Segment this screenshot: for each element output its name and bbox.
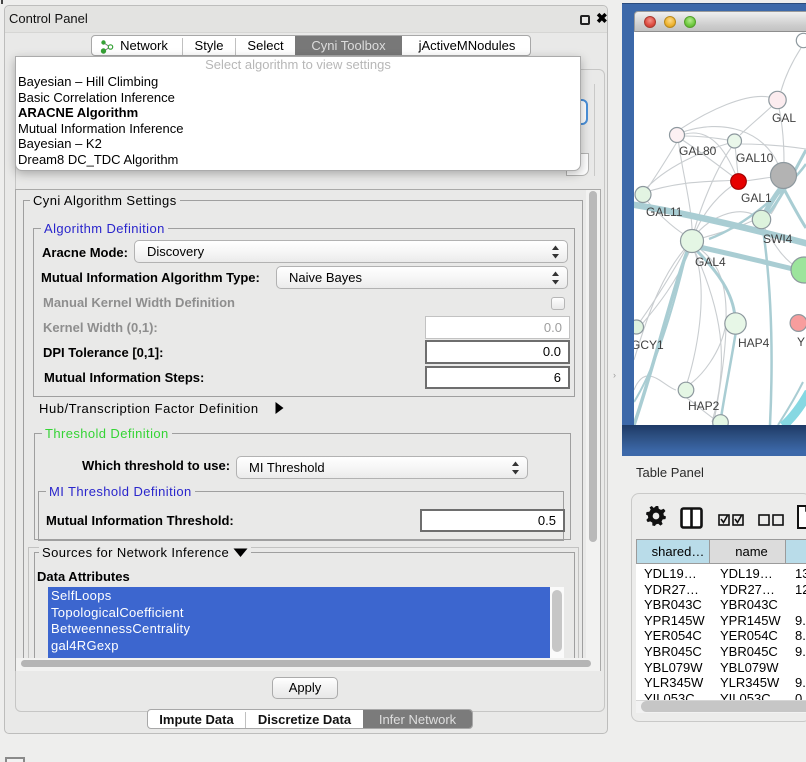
svg-text:GAL11: GAL11: [646, 205, 683, 219]
svg-text:GAL: GAL: [772, 111, 796, 125]
svg-text:GAL80: GAL80: [679, 144, 717, 158]
svg-text:HAP4: HAP4: [738, 336, 770, 350]
svg-text:SWI4: SWI4: [763, 232, 793, 246]
svg-text:GAL4: GAL4: [695, 255, 726, 269]
svg-text:Y: Y: [797, 335, 805, 349]
svg-text:HAP2: HAP2: [688, 399, 720, 413]
svg-text:GAL1: GAL1: [741, 191, 772, 205]
svg-text:GCY1: GCY1: [634, 338, 664, 352]
svg-text:GAL10: GAL10: [736, 151, 774, 165]
